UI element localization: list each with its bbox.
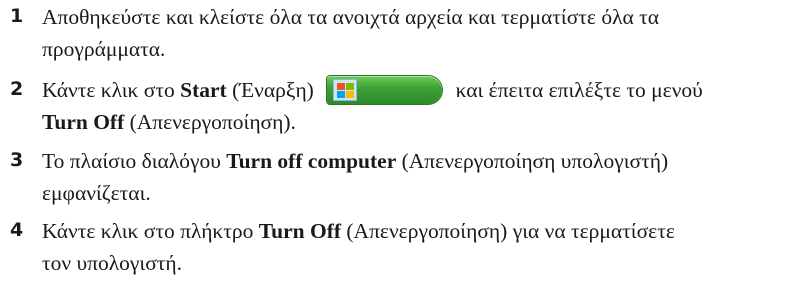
step-text: Κάντε κλικ στο Start (Έναρξη) και έπειτα… [42, 74, 811, 138]
turn-off-computer-label: Turn off computer [226, 149, 397, 173]
step-text-segment: (Απενεργοποίηση υπολογιστή) [396, 149, 669, 173]
step-number: 4 [10, 219, 24, 241]
step-text-line: τον υπολογιστή. [42, 251, 183, 275]
windows-logo-icon [333, 79, 358, 102]
step-text-line: εμφανίζεται. [42, 181, 151, 205]
turn-off-label: Turn Off [42, 110, 125, 134]
step-text-segment: (Έναρξη) [226, 78, 320, 102]
step-number: 2 [10, 78, 24, 100]
step-text: Αποθηκεύστε και κλείστε όλα τα ανοιχτά α… [42, 1, 811, 65]
start-label: Start [180, 78, 227, 102]
turn-off-label: Turn Off [258, 219, 342, 243]
step-text-line: προγράμματα. [42, 37, 166, 61]
windows-start-button-icon [327, 76, 443, 105]
step-text-segment: Κάντε κλικ στο πλήκτρο [42, 219, 259, 243]
step-text-segment: και έπειτα επιλέξτε το μενού [450, 78, 703, 102]
step-text: Κάντε κλικ στο πλήκτρο Turn Off (Απενεργ… [42, 215, 811, 279]
step-text-line: Αποθηκεύστε και κλείστε όλα τα ανοιχτά α… [42, 5, 660, 29]
step-text-segment: Το πλαίσιο διαλόγου [42, 149, 227, 173]
step-number: 3 [10, 149, 24, 171]
step-text: Το πλαίσιο διαλόγου Turn off computer (Α… [42, 145, 811, 209]
step-text-segment: Κάντε κλικ στο [42, 78, 181, 102]
step-text-segment: (Απενεργοποίηση) για να τερματίσετε [341, 219, 675, 243]
step-number: 1 [10, 5, 24, 27]
step-text-segment: (Απενεργοποίηση). [124, 110, 296, 134]
